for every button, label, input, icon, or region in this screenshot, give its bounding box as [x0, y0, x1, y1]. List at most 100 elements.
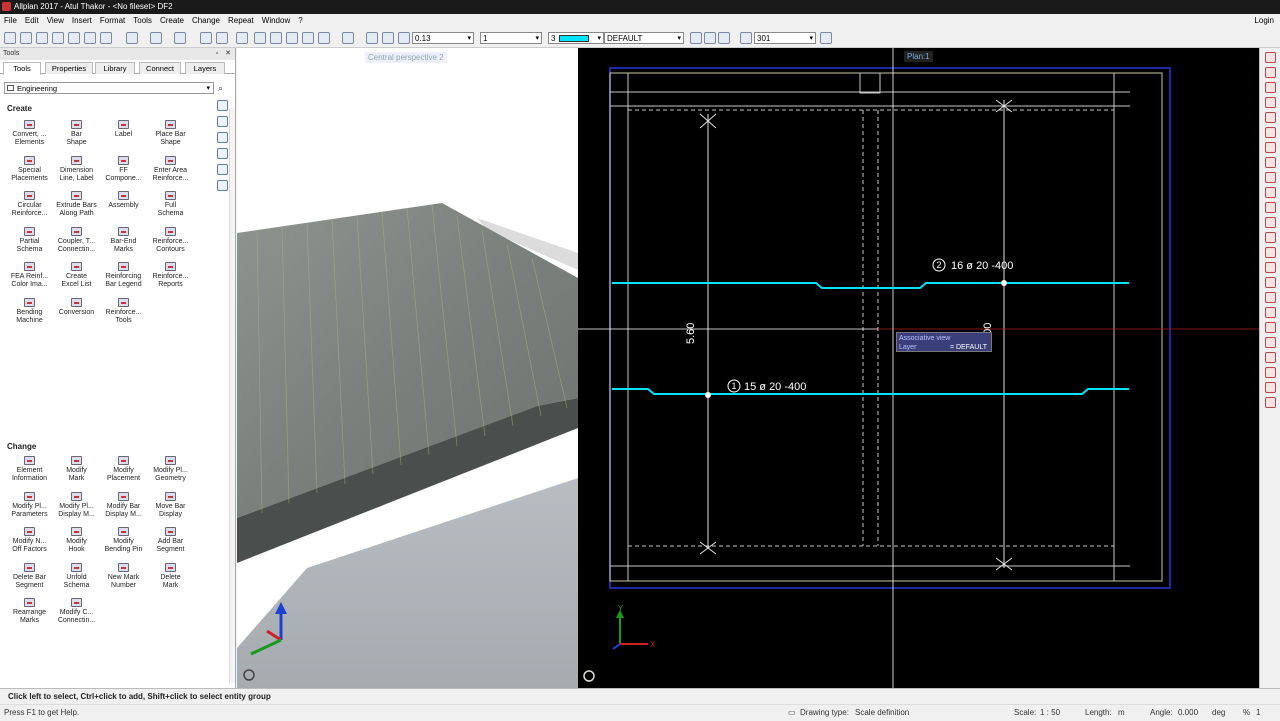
tool-partial-schema[interactable]: Partial Schema [6, 226, 53, 262]
color-icon[interactable] [398, 32, 410, 44]
bar-mark-2-number[interactable]: 2 [936, 260, 941, 270]
bar-mark-1-number[interactable]: 1 [731, 381, 736, 391]
menu-repeat[interactable]: Repeat [224, 14, 258, 28]
menu-view[interactable]: View [43, 14, 68, 28]
tool-bar-end-marks[interactable]: Bar-End Marks [100, 226, 147, 262]
tool-delete-mark[interactable]: Delete Mark [147, 562, 194, 598]
dimension-text-left[interactable]: 5.60 [685, 323, 697, 344]
curve-icon[interactable] [1265, 112, 1276, 123]
tool-modify-bending-pin[interactable]: Modify Bending Pin [100, 527, 147, 562]
extend-icon[interactable] [1265, 232, 1276, 243]
bar-mark-1-label[interactable]: 15 ø 20 -400 [744, 381, 806, 393]
fillet-icon[interactable] [1265, 247, 1276, 258]
tool-reinforce-contours[interactable]: Reinforce... Contours [147, 226, 194, 262]
polyline-icon[interactable] [1265, 82, 1276, 93]
tool-special-placements[interactable]: Special Placements [6, 155, 53, 191]
tool-conversion[interactable]: Conversion [53, 297, 100, 333]
pencil-icon[interactable] [1265, 52, 1276, 63]
drawing-type-value[interactable]: Scale definition [855, 705, 909, 721]
rebar-1[interactable] [612, 388, 1129, 395]
tool-bar-shape[interactable]: Bar Shape [53, 120, 100, 155]
tool-bending-machine[interactable]: Bending Machine [6, 297, 53, 333]
cube-icon[interactable] [302, 32, 314, 44]
tool-place-bar-shape[interactable]: Place Bar Shape [147, 120, 194, 155]
menu-change[interactable]: Change [188, 14, 224, 28]
spline-icon[interactable] [1265, 97, 1276, 108]
tab-tools[interactable]: Tools [3, 62, 41, 75]
search-icon[interactable]: ⌕ [218, 83, 223, 94]
redo-icon[interactable] [174, 32, 186, 44]
length-value[interactable]: m [1118, 705, 1125, 721]
trim-icon[interactable] [1265, 217, 1276, 228]
properties-icon[interactable] [126, 32, 138, 44]
rebar-2[interactable] [612, 282, 1129, 289]
bar-mark-2-label[interactable]: 16 ø 20 -400 [951, 260, 1013, 272]
tool-modify-n-off-factors[interactable]: Modify N... Off Factors [6, 527, 53, 562]
tool-fea-reinf-color-ima[interactable]: FEA Reinf... Color Ima... [6, 262, 53, 297]
tool-enter-area-reinforce[interactable]: Enter Area Reinforce... [147, 155, 194, 191]
layer-icon[interactable] [690, 32, 702, 44]
tab-layers[interactable]: Layers [185, 62, 225, 74]
line-icon[interactable] [382, 32, 394, 44]
tool-convert-elements[interactable]: Convert, ... Elements [6, 120, 53, 155]
tool-modify-bar-display-m[interactable]: Modify Bar Display M... [100, 491, 147, 527]
layer-select[interactable]: DEFAULT [604, 32, 684, 44]
layer-visibility-icon[interactable] [718, 32, 730, 44]
sum-icon[interactable] [1265, 367, 1276, 378]
layout-icon[interactable] [84, 32, 96, 44]
format-icon[interactable] [740, 32, 752, 44]
filter-tool-icon[interactable] [1265, 307, 1276, 318]
menu-insert[interactable]: Insert [68, 14, 96, 28]
hatch-select[interactable]: 301 [754, 32, 816, 44]
snap-icon[interactable] [236, 32, 248, 44]
tool-modify-pl-geometry[interactable]: Modify Pl... Geometry [147, 456, 194, 491]
tool-modify-pl-parameters[interactable]: Modify Pl... Parameters [6, 491, 53, 527]
undo-icon[interactable] [150, 32, 162, 44]
menu-window[interactable]: Window [258, 14, 294, 28]
tool-assembly[interactable]: Assembly [100, 191, 147, 226]
menu-format[interactable]: Format [96, 14, 129, 28]
chamfer-icon[interactable] [1265, 262, 1276, 273]
pin-icon[interactable]: ▫ [213, 50, 221, 58]
plot-icon[interactable] [68, 32, 80, 44]
line-type-select[interactable]: 1 [480, 32, 542, 44]
plan-navigation-icon[interactable] [583, 670, 595, 682]
plan-viewport[interactable]: 2 16 ø 20 -400 1 15 ø 20 -400 5.60 5.00 … [578, 48, 1259, 688]
pen-icon[interactable] [366, 32, 378, 44]
perspective-icon[interactable] [286, 32, 298, 44]
tool-circular-reinforce[interactable]: Circular Reinforce... [6, 191, 53, 226]
print-icon[interactable] [52, 32, 64, 44]
tool-reinforce-reports[interactable]: Reinforce... Reports [147, 262, 194, 297]
tool-modify-pl-display-m[interactable]: Modify Pl... Display M... [53, 491, 100, 527]
select-icon[interactable] [1265, 382, 1276, 393]
offset-icon[interactable] [1265, 142, 1276, 153]
stretch-icon[interactable] [1265, 202, 1276, 213]
scale-value[interactable]: 1 : 50 [1040, 705, 1060, 721]
tool-modify-hook[interactable]: Modify Hook [53, 527, 100, 562]
tool-element-information[interactable]: Element Information [6, 456, 53, 491]
menu-create[interactable]: Create [156, 14, 188, 28]
layer-settings-icon[interactable] [704, 32, 716, 44]
tool-create-excel-list[interactable]: Create Excel List [53, 262, 100, 297]
tool-label[interactable]: Label [100, 120, 147, 155]
tool-modify-c-connectin[interactable]: Modify C... Connectin... [53, 598, 100, 633]
match-icon[interactable] [1265, 352, 1276, 363]
save-icon[interactable] [36, 32, 48, 44]
copy-icon[interactable] [200, 32, 212, 44]
tool-delete-bar-segment[interactable]: Delete Bar Segment [6, 562, 53, 598]
color-select[interactable]: 3 [548, 32, 604, 44]
funnel-icon[interactable] [1265, 397, 1276, 408]
angle-value[interactable]: 0.000 [1178, 705, 1198, 721]
edit-format-icon[interactable] [820, 32, 832, 44]
tool-reinforcing-bar-legend[interactable]: Reinforcing Bar Legend [100, 262, 147, 297]
tab-connect[interactable]: Connect [139, 62, 181, 74]
open-icon[interactable] [20, 32, 32, 44]
tool-extrude-bars-along-path[interactable]: Extrude Bars Along Path [53, 191, 100, 226]
rotate-icon[interactable] [1265, 187, 1276, 198]
menu-file[interactable]: File [0, 14, 21, 28]
objects-icon[interactable] [217, 132, 228, 143]
perspective-viewport[interactable]: Central perspective 2 [237, 48, 578, 688]
tool-dimension-line-label[interactable]: Dimension Line, Label [53, 155, 100, 191]
new-icon[interactable] [4, 32, 16, 44]
tool-modify-placement[interactable]: Modify Placement [100, 456, 147, 491]
